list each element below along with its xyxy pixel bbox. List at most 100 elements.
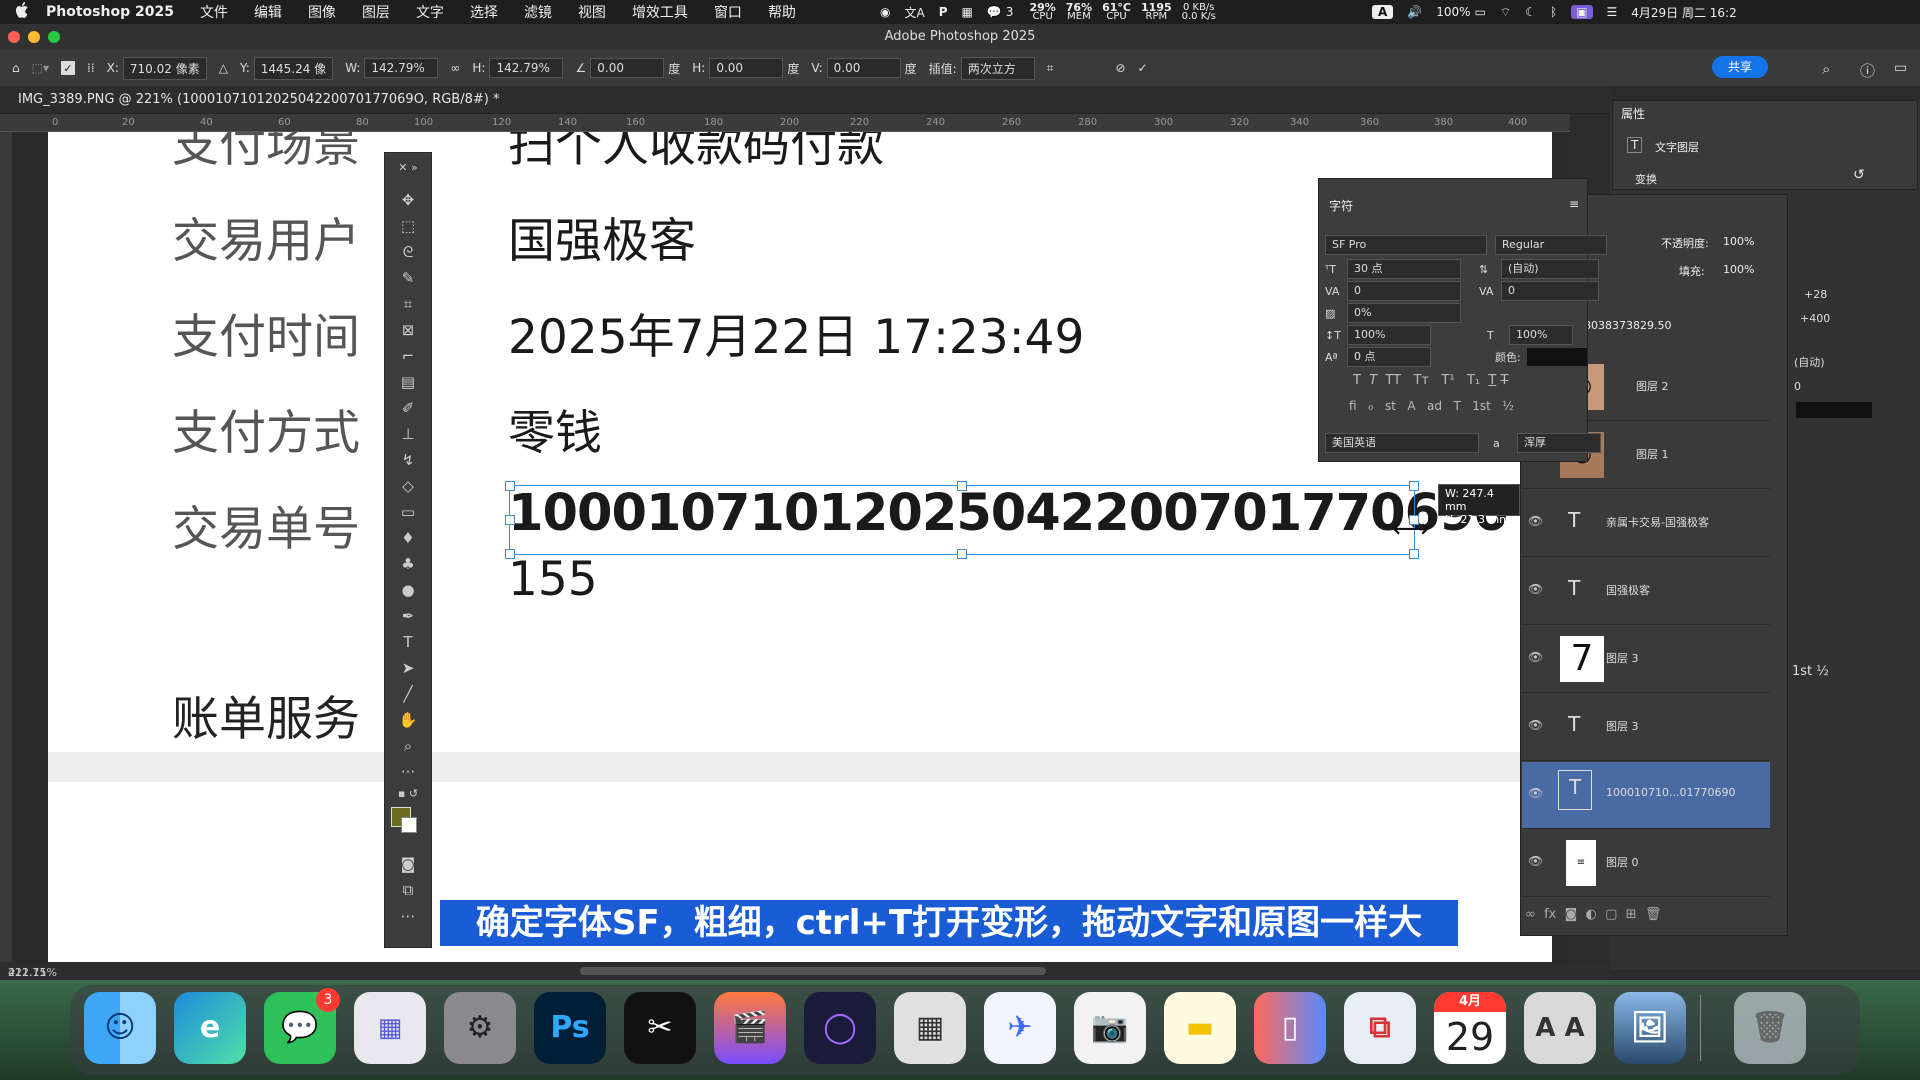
cancel-transform-icon[interactable]: ⊘ [1115,61,1125,75]
opentype-buttons[interactable]: fi ℴ st A ad T 1st ½ [1349,399,1514,413]
battery-icon[interactable]: ▭ [1475,5,1486,19]
grid-icon[interactable]: ▦ [962,5,973,19]
line-tool-icon[interactable]: ╱ [395,683,421,705]
visibility-eye-icon[interactable]: 👁 [1528,718,1543,732]
font-style-select[interactable]: Regular [1495,235,1607,255]
layer-row[interactable]: 👁 ≡ 图层 0 [1522,830,1770,897]
collapse-tools-icon[interactable]: ✕ » [395,157,421,179]
capcut-icon[interactable]: ✂ [624,992,696,1064]
feishu-icon[interactable]: ✈ [984,992,1056,1064]
system-settings-icon[interactable]: ⚙ [444,992,516,1064]
net-stat[interactable]: 0 KB/s 0.0 K/s [1182,3,1216,22]
home-icon[interactable]: ⌂ [12,61,20,75]
final-cut-icon[interactable]: 🎬 [714,992,786,1064]
visibility-eye-icon[interactable]: 👁 [1528,650,1543,664]
notes-icon[interactable]: ▬ [1164,992,1236,1064]
screen-recorder-icon[interactable]: ◯ [804,992,876,1064]
character-tab[interactable]: 字符 [1329,197,1353,214]
x-input[interactable]: 710.02 像素 [122,56,207,80]
dodge-tool-icon[interactable]: ♣ [395,553,421,575]
wechat-status-icon[interactable]: 💬 [987,5,1002,19]
commit-transform-icon[interactable]: ✓ [1138,61,1148,75]
apple-icon[interactable] [14,2,28,22]
auto-leading[interactable]: (自动) [1794,354,1825,370]
tsume-input[interactable]: 0% [1347,303,1461,323]
stamp-tool-icon[interactable]: ⊥ [395,423,421,445]
help-icon[interactable]: ⓘ [1860,60,1875,81]
interpolation-select[interactable]: 两次立方 [960,56,1035,80]
preview-icon[interactable]: 🖼 [1614,992,1686,1064]
y-input[interactable]: 1445.24 像 [253,56,334,80]
more-tools-icon[interactable]: ··· [395,761,421,783]
reset-icon[interactable]: ↺ [1853,167,1865,183]
bluetooth-icon[interactable]: ᛒ [1550,5,1557,19]
hskew-input[interactable]: 0.00 [709,58,784,78]
layer-row[interactable]: 👁 7 图层 3 [1522,626,1770,693]
kerning-input[interactable]: 0 [1347,281,1461,301]
calculator-icon[interactable]: ▦ [894,992,966,1064]
layer-footer-icons[interactable]: ∞ fx ◙ ◐ ▢ ⊞ 🗑 [1525,907,1661,922]
language-select[interactable]: 美国英语 [1325,433,1479,453]
baseline-shift-input[interactable]: 0 点 [1347,347,1431,367]
menu-type[interactable]: 文字 [416,2,444,22]
control-center-icon[interactable]: ☰ [1607,5,1618,19]
lasso-tool-icon[interactable]: ᘓ [395,241,421,263]
color-swatch-dark[interactable] [1796,402,1872,418]
swap-colors-icon[interactable]: ▪ ↺ [395,783,421,805]
screen-mirror-icon[interactable]: ▣ [1571,5,1593,19]
transform-handle-tr[interactable] [1409,481,1419,491]
type-style-buttons[interactable]: T T TT Tт T¹ T₁ T T [1353,373,1508,388]
visibility-eye-icon[interactable]: 👁 [1528,514,1543,528]
wifi-icon[interactable]: ⌔ [1500,5,1511,20]
crop-tool-icon[interactable]: ⌗ [395,293,421,315]
visibility-eye-icon[interactable]: 👁 [1528,854,1543,868]
gradient-tool-icon[interactable]: ▭ [395,501,421,523]
transform-tool-icon[interactable]: ⬚▾ [32,61,49,75]
transform-handle-bl[interactable] [505,549,515,559]
transform-handle-bc[interactable] [957,549,967,559]
transform-section[interactable]: 变换 [1635,171,1657,187]
eyedropper-tool-icon[interactable]: ⌐ [395,345,421,367]
blur-tool-icon[interactable]: ♦ [395,527,421,549]
document-tab[interactable]: IMG_3389.PNG @ 221% (1000107101202504220… [18,92,499,107]
move-tool-icon[interactable]: ✥ [395,189,421,211]
fraction-glyphs[interactable]: 1st ½ [1792,664,1829,679]
background-color-swatch[interactable] [401,817,417,833]
mem-stat[interactable]: 76% MEM [1066,2,1092,22]
warp-icon[interactable]: ⌗ [1047,61,1054,76]
opacity-input[interactable]: 100% [1723,235,1754,248]
edge-icon[interactable]: e [174,992,246,1064]
link-icon[interactable]: ∞ [450,61,460,75]
fill-input[interactable]: 100% [1723,263,1754,276]
edit-toolbar-icon[interactable]: ⋯ [395,905,421,927]
path-select-icon[interactable]: ➤ [395,657,421,679]
vertical-ruler[interactable] [0,132,12,962]
record-icon[interactable]: ◉ [880,5,890,19]
quick-select-tool-icon[interactable]: ✎ [395,267,421,289]
font-size-input[interactable]: 30 点 [1347,259,1461,279]
properties-tab[interactable]: 属性 [1621,105,1645,122]
layer-row[interactable]: 👁 T 国强极客 [1522,558,1770,625]
layer-row[interactable]: 👁 T 亲属卡交易-国强极客 [1522,490,1770,557]
w-input[interactable]: 142.79% [364,58,439,78]
horizontal-scale-input[interactable]: 100% [1509,325,1573,345]
menu-help[interactable]: 帮助 [768,2,796,22]
app-name-menu[interactable]: Photoshop 2025 [46,4,174,20]
antialias-select[interactable]: 浑厚 [1517,433,1601,453]
photoshop-icon[interactable]: Ps [534,992,606,1064]
font-family-select[interactable]: SF Pro [1325,235,1487,255]
p-icon[interactable]: P [939,5,948,19]
translate-icon[interactable]: 文A [904,4,924,21]
focus-moon-icon[interactable]: ☾ [1525,5,1536,19]
iphone-mirroring-icon[interactable]: ▯ [1254,992,1326,1064]
screenshot-icon[interactable]: 📷 [1074,992,1146,1064]
dodge2-tool-icon[interactable]: ● [395,579,421,601]
workspace-icon[interactable]: ▭ [1894,60,1907,76]
reference-point-icon[interactable]: ⁞⁞ [87,61,95,75]
transform-handle-tl[interactable] [505,481,515,491]
cpu-stat[interactable]: 29% CPU [1029,2,1055,22]
zero-value[interactable]: 0 [1794,380,1801,393]
horizontal-scrollbar[interactable] [580,967,1046,975]
launchpad-icon[interactable]: ▦ [354,992,426,1064]
transform-handle-tc[interactable] [957,481,967,491]
